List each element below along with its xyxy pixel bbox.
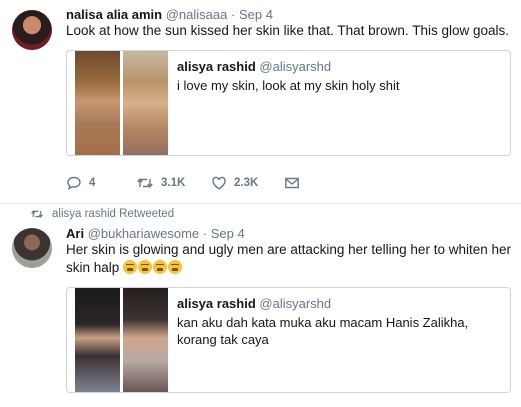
separator-dot: · (202, 226, 208, 241)
quoted-photo[interactable] (75, 288, 120, 392)
weary-face-icon (153, 260, 168, 274)
quoted-tweet[interactable]: alisya rashid @alisyarshd kan aku dah ka… (66, 287, 511, 393)
quoted-author: alisya rashid @alisyarshd (177, 59, 331, 74)
tweet-header: Ari @bukhariawesome · Sep 4 (66, 226, 245, 241)
tweet-card[interactable]: nalisa alia amin @nalisaaa · Sep 4 Look … (0, 0, 521, 204)
direct-message-button[interactable] (284, 175, 300, 191)
author-name[interactable]: Ari (66, 226, 84, 241)
reply-button[interactable]: 4 (66, 175, 95, 191)
like-count: 2.3K (234, 177, 259, 189)
quoted-author-handle: @alisyarshd (259, 59, 332, 74)
author-name[interactable]: nalisa alia amin (66, 7, 162, 22)
quoted-text: kan aku dah kata muka aku macam Hanis Za… (177, 315, 469, 347)
quoted-author-handle: @alisyarshd (259, 296, 332, 311)
tweet-date[interactable]: Sep 4 (239, 7, 273, 22)
author-handle[interactable]: @bukhariawesome (88, 226, 199, 241)
quoted-author-name: alisya rashid (177, 296, 256, 311)
quoted-photo[interactable] (75, 51, 120, 155)
retweet-count: 3.1K (161, 177, 186, 189)
weary-face-icon (138, 260, 153, 274)
quoted-author-name: alisya rashid (177, 59, 256, 74)
quoted-text: i love my skin, look at my skin holy shi… (177, 78, 400, 93)
avatar[interactable] (12, 10, 52, 50)
weary-face-icon (168, 260, 183, 274)
heart-icon (212, 176, 226, 190)
quoted-tweet[interactable]: alisya rashid @alisyarshd i love my skin… (66, 50, 511, 156)
reply-icon (67, 176, 81, 190)
quoted-author: alisya rashid @alisyarshd (177, 296, 331, 311)
like-button[interactable]: 2.3K (211, 175, 258, 191)
quoted-photo[interactable] (123, 288, 168, 392)
tweet-header: nalisa alia amin @nalisaaa · Sep 4 (66, 7, 273, 22)
weary-face-icon (123, 260, 138, 274)
author-handle[interactable]: @nalisaaa (166, 7, 228, 22)
retweet-icon (137, 178, 153, 188)
tweet-text-block: Her skin is glowing and ugly men are att… (66, 241, 511, 277)
envelope-icon (285, 177, 299, 189)
quoted-photo[interactable] (123, 51, 168, 155)
reply-count: 4 (89, 177, 96, 189)
retweet-button[interactable]: 3.1K (136, 175, 185, 191)
separator-dot: · (230, 7, 236, 22)
tweet-text: Look at how the sun kissed her skin like… (66, 23, 509, 38)
tweet-date[interactable]: Sep 4 (211, 226, 245, 241)
avatar[interactable] (12, 228, 52, 268)
